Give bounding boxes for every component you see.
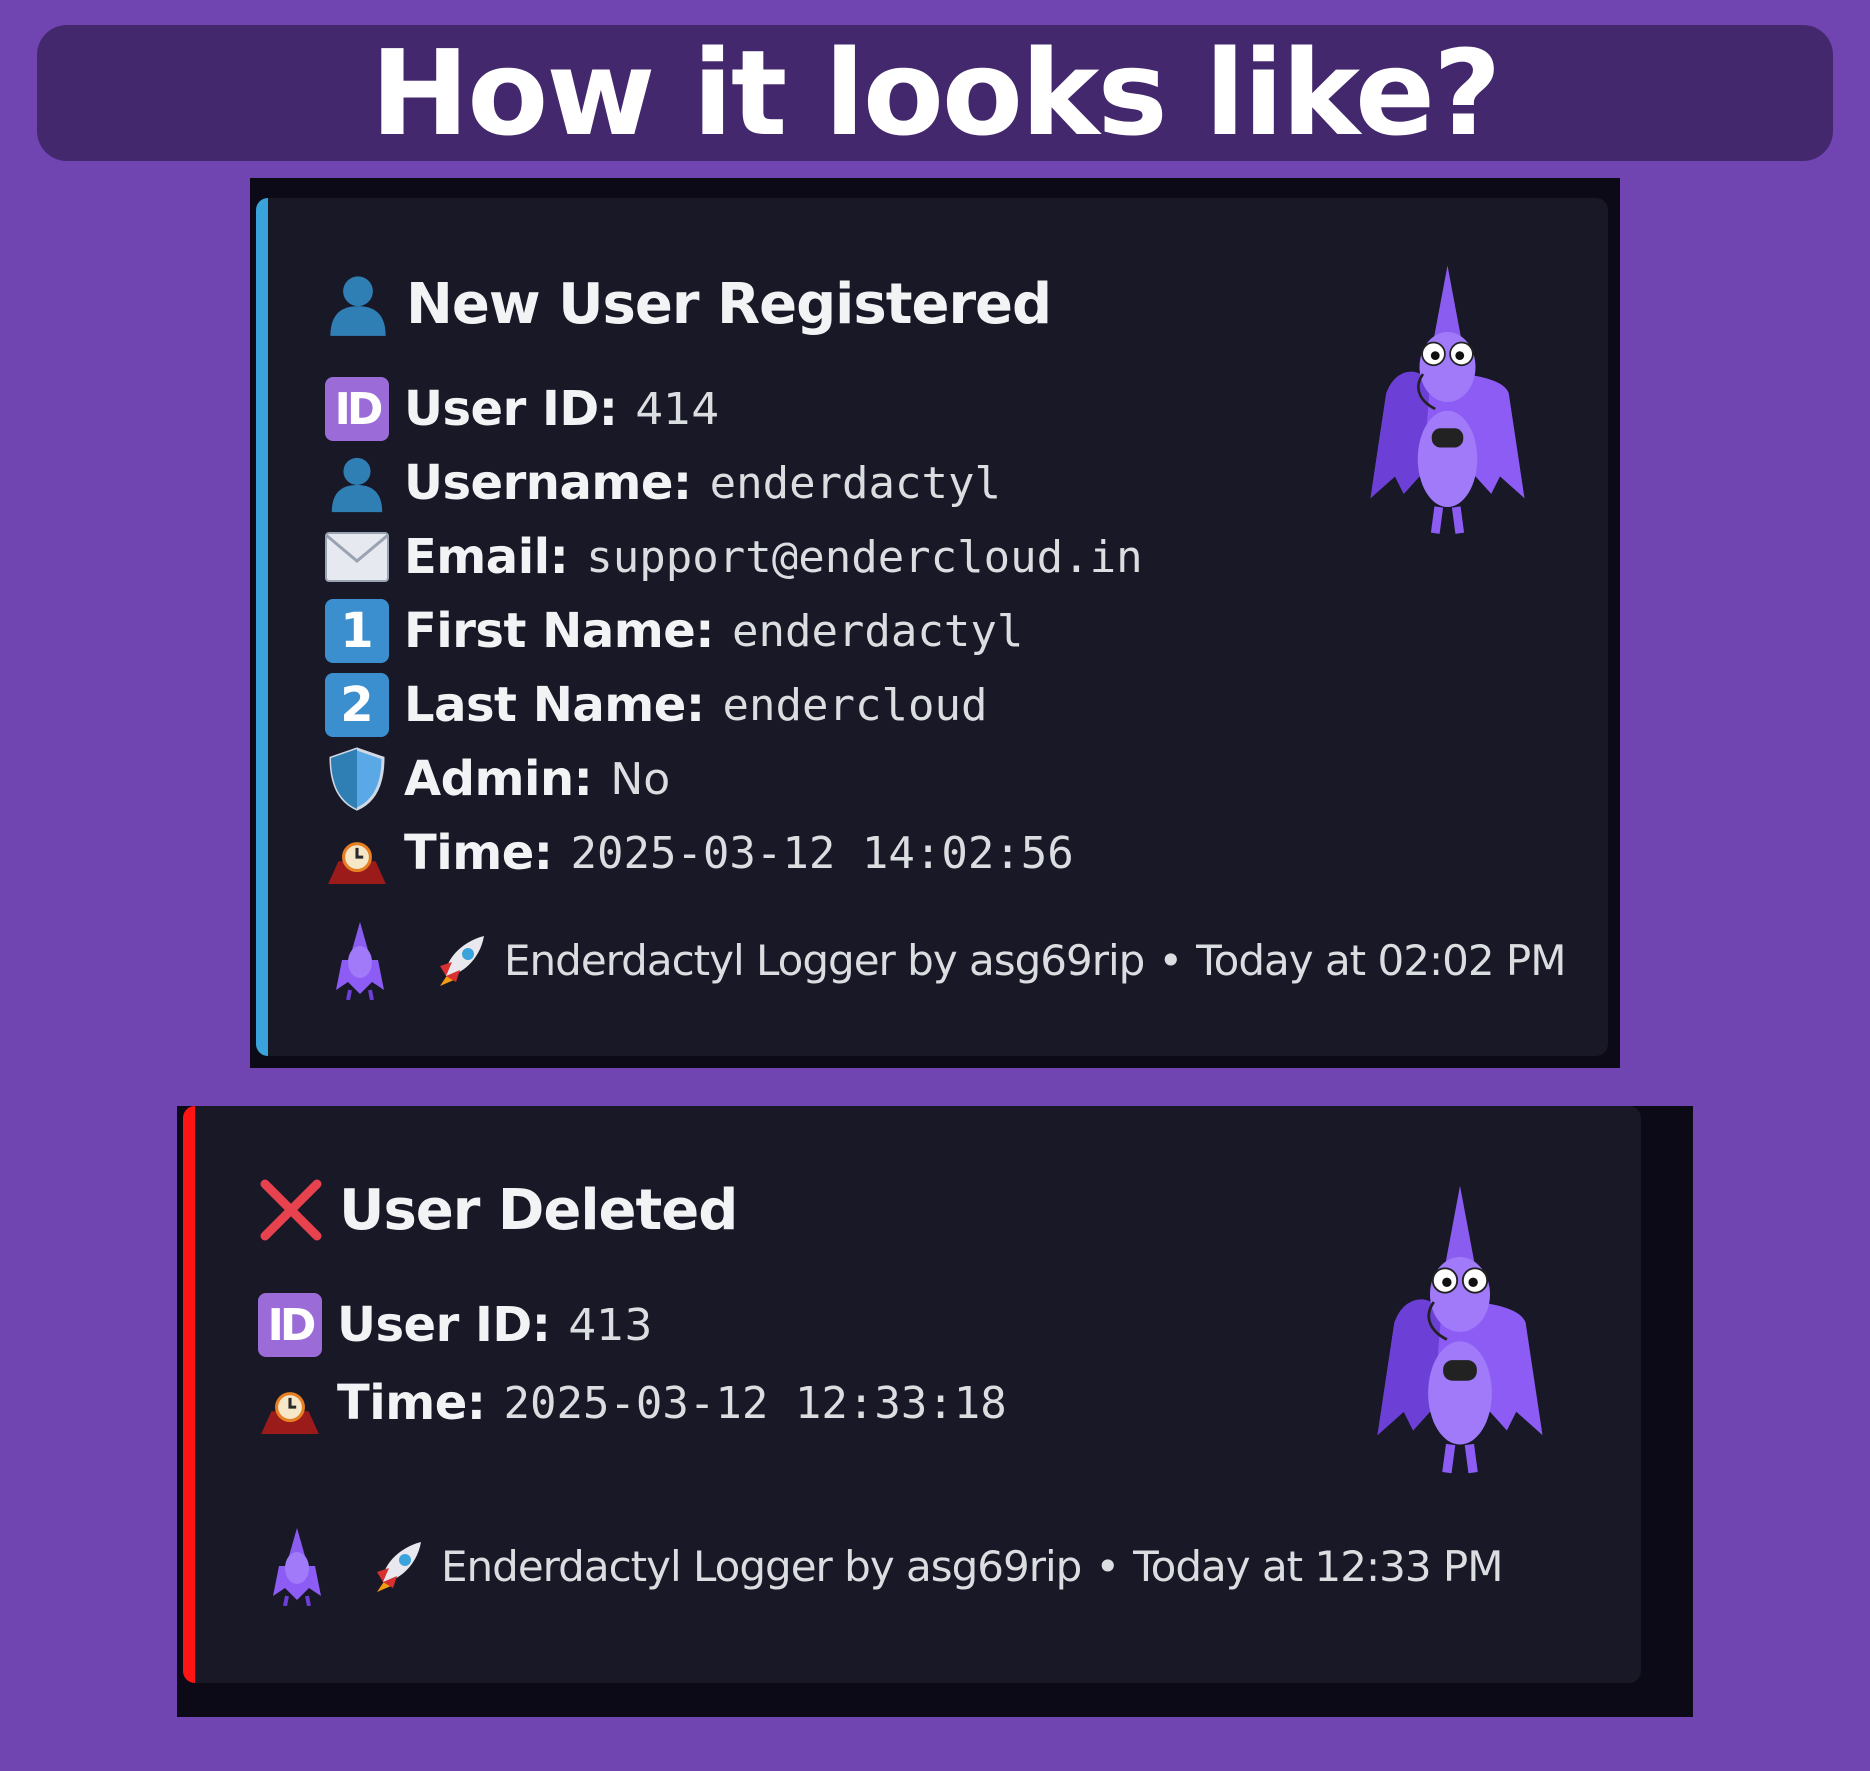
embed-fields: ID User ID: 414 Username: enderdactyl Em… [324, 372, 1143, 890]
banner-title: How it looks like? [370, 24, 1502, 162]
field-label: First Name: [404, 603, 714, 659]
embed-footer: Enderdactyl Logger by asg69rip • Today a… [269, 1526, 1503, 1606]
field-label: User ID: [337, 1297, 551, 1353]
footer-text: Enderdactyl Logger by asg69rip [504, 935, 1145, 985]
field-value: enderdactyl [731, 605, 1024, 657]
field-user-id: ID User ID: 413 [257, 1286, 1007, 1364]
footer-separator: • [1095, 1541, 1120, 1591]
field-label: Email: [404, 529, 569, 585]
field-label: Time: [337, 1375, 486, 1431]
field-value: enderdactyl [709, 457, 1002, 509]
bust-in-silhouette-icon [324, 270, 392, 338]
field-value: 413 [568, 1299, 653, 1351]
embed-frame-registered: New User Registered ID User ID: 414 User… [250, 178, 1620, 1068]
footer-avatar-icon [269, 1526, 325, 1606]
field-label: Time: [404, 825, 553, 881]
field-time: Time: 2025-03-12 12:33:18 [257, 1364, 1007, 1442]
field-value: 414 [635, 383, 720, 435]
embed-thumbnail-mascot [1360, 262, 1535, 547]
field-value: support@endercloud.in [586, 531, 1143, 583]
field-username: Username: enderdactyl [324, 446, 1143, 520]
embed-card-registered: New User Registered ID User ID: 414 User… [256, 198, 1608, 1056]
mantelpiece-clock-icon [257, 1370, 323, 1436]
footer-timestamp: Today at 12:33 PM [1133, 1541, 1503, 1591]
embed-thumbnail-mascot [1365, 1182, 1555, 1487]
keycap-1-icon: 1 [324, 598, 390, 664]
mantelpiece-clock-icon [324, 820, 390, 886]
shield-icon [324, 746, 390, 812]
embed-title-text: New User Registered [406, 271, 1052, 337]
embed-title-text: User Deleted [339, 1177, 738, 1243]
field-time: Time: 2025-03-12 14:02:56 [324, 816, 1143, 890]
keycap-2-icon: 2 [324, 672, 390, 738]
field-admin: Admin: No [324, 742, 1143, 816]
field-value: 2025-03-12 14:02:56 [570, 827, 1074, 879]
field-label: Last Name: [404, 677, 705, 733]
embed-footer: Enderdactyl Logger by asg69rip • Today a… [332, 920, 1566, 1000]
id-icon: ID [257, 1292, 323, 1358]
field-user-id: ID User ID: 414 [324, 372, 1143, 446]
embed-fields: ID User ID: 413 Time: 2025-03-12 12:33:1… [257, 1286, 1007, 1442]
footer-separator: • [1158, 935, 1183, 985]
embed-card-deleted: User Deleted ID User ID: 413 Time: 2025-… [183, 1106, 1641, 1683]
footer-timestamp: Today at 02:02 PM [1196, 935, 1566, 985]
field-value: 2025-03-12 12:33:18 [503, 1377, 1007, 1429]
field-first-name: 1 First Name: enderdactyl [324, 594, 1143, 668]
id-icon: ID [324, 376, 390, 442]
envelope-icon [324, 524, 390, 590]
embed-frame-deleted: User Deleted ID User ID: 413 Time: 2025-… [177, 1106, 1693, 1717]
footer-text: Enderdactyl Logger by asg69rip [441, 1541, 1082, 1591]
embed-title: New User Registered [324, 270, 1052, 338]
field-label: Admin: [404, 751, 593, 807]
field-label: Username: [404, 455, 692, 511]
embed-accent-bar [256, 198, 268, 1056]
embed-accent-bar [183, 1106, 195, 1683]
footer-avatar-icon [332, 920, 388, 1000]
field-last-name: 2 Last Name: endercloud [324, 668, 1143, 742]
bust-in-silhouette-icon [324, 450, 390, 516]
field-value: endercloud [722, 679, 988, 731]
banner: How it looks like? [37, 25, 1833, 161]
rocket-icon [371, 1538, 427, 1594]
field-label: User ID: [404, 381, 618, 437]
field-value: No [610, 753, 671, 805]
embed-title: User Deleted [257, 1176, 738, 1244]
cross-mark-icon [257, 1176, 325, 1244]
rocket-icon [434, 932, 490, 988]
field-email: Email: support@endercloud.in [324, 520, 1143, 594]
